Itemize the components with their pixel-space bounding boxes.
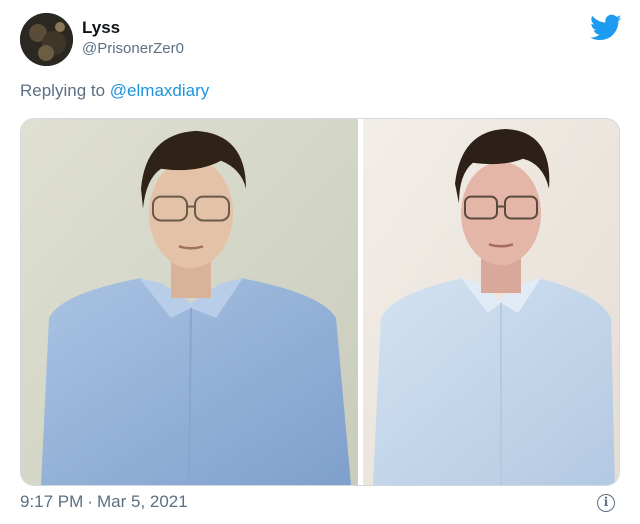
tweet-card: Lyss @PrisonerZer0 Replying to @elmaxdia… xyxy=(0,0,640,524)
author-name[interactable]: Lyss xyxy=(82,18,120,38)
meta-separator: · xyxy=(87,492,93,511)
info-icon[interactable]: i xyxy=(597,494,615,512)
avatar-image xyxy=(20,13,73,66)
photo-1[interactable] xyxy=(21,119,358,485)
reply-mention-link[interactable]: @elmaxdiary xyxy=(110,81,209,100)
reply-context: Replying to @elmaxdiary xyxy=(20,80,209,102)
twitter-bird-icon[interactable] xyxy=(590,14,622,42)
photo-2[interactable] xyxy=(363,119,619,485)
portrait-image xyxy=(363,119,619,485)
author-handle[interactable]: @PrisonerZer0 xyxy=(82,40,184,58)
tweet-timestamp[interactable]: 9:17 PM · Mar 5, 2021 xyxy=(20,491,188,513)
avatar[interactable] xyxy=(20,13,73,66)
reply-prefix: Replying to xyxy=(20,81,106,100)
tweet-time: 9:17 PM xyxy=(20,492,84,511)
media-grid xyxy=(20,118,620,486)
portrait-image xyxy=(21,119,358,485)
tweet-date: Mar 5, 2021 xyxy=(96,492,188,511)
